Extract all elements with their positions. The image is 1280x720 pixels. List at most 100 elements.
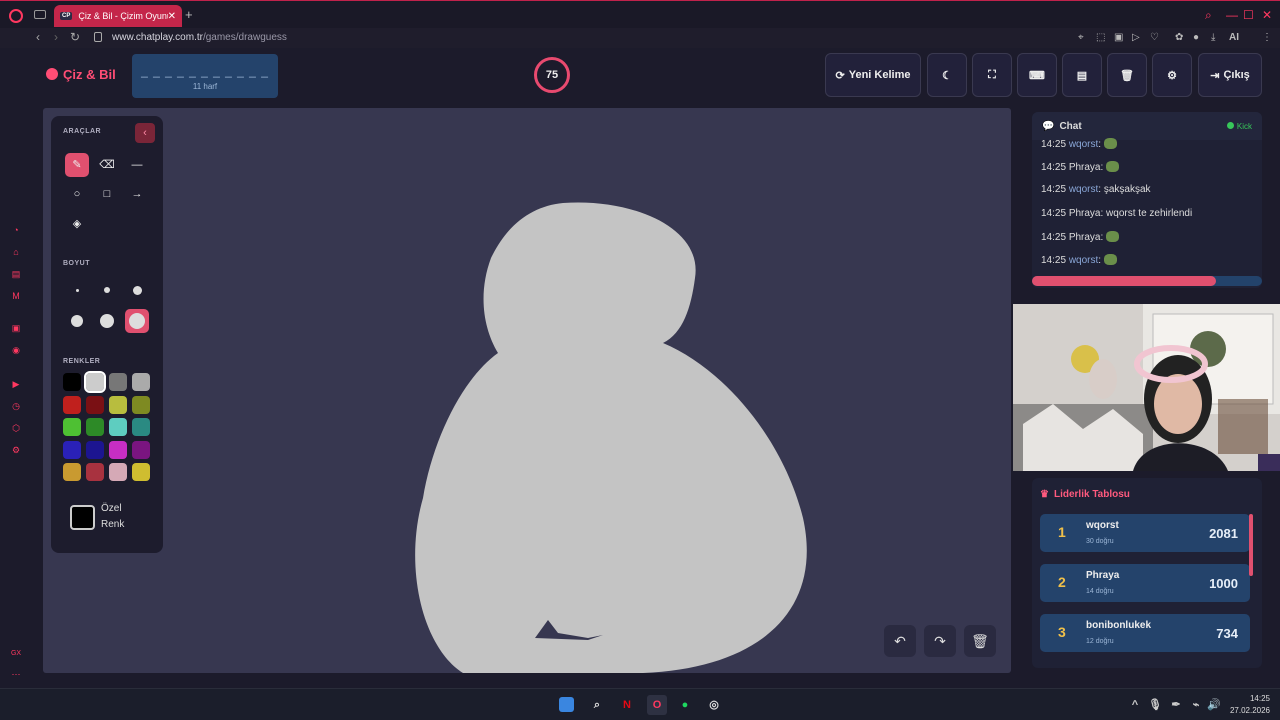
color-swatch[interactable]: [132, 418, 150, 436]
color-swatch[interactable]: [63, 440, 81, 459]
new-word-button[interactable]: ⟳ Yeni Kelime: [825, 53, 921, 97]
color-swatch[interactable]: [109, 440, 127, 459]
color-swatch[interactable]: [63, 418, 81, 436]
taskbar-clock[interactable]: 14:25 27.02.2026: [1230, 693, 1270, 717]
color-swatch[interactable]: [109, 373, 127, 391]
redo-button[interactable]: ↷: [924, 625, 956, 657]
pen-icon[interactable]: ✒: [1168, 697, 1184, 713]
undo-button[interactable]: ↶: [884, 625, 916, 657]
maximize-icon[interactable]: ☐: [1243, 8, 1254, 22]
color-swatch[interactable]: [132, 463, 150, 481]
exit-button[interactable]: ⇥ Çıkış: [1198, 53, 1262, 97]
color-swatch[interactable]: [109, 395, 127, 414]
color-swatch[interactable]: [132, 440, 150, 459]
new-tab-icon[interactable]: +: [185, 7, 193, 22]
capture-icon[interactable]: ▣: [1114, 32, 1123, 43]
profile-icon[interactable]: ●: [1193, 32, 1199, 43]
size-6[interactable]: [125, 309, 149, 333]
color-swatch[interactable]: [86, 463, 104, 481]
collapse-button[interactable]: ‹: [135, 123, 155, 143]
messenger-icon[interactable]: ▤: [10, 268, 22, 280]
workspaces-icon[interactable]: [34, 10, 46, 19]
player-sidebar-icon[interactable]: ▶: [10, 378, 22, 390]
opera-taskbar-icon[interactable]: O: [647, 695, 667, 715]
extensions-icon[interactable]: ✿: [1175, 32, 1183, 43]
volume-icon[interactable]: 🔊: [1206, 697, 1222, 713]
leaderboard-scrollbar[interactable]: [1249, 514, 1253, 576]
fullscreen-button[interactable]: ⛶: [972, 53, 1012, 97]
settings-sidebar-icon[interactable]: ⚙: [10, 444, 22, 456]
app-taskbar-icon[interactable]: ◎: [706, 697, 722, 713]
keyboard-button[interactable]: ⌨: [1017, 53, 1057, 97]
size-2[interactable]: [95, 278, 119, 302]
color-swatch[interactable]: [84, 371, 106, 393]
size-3[interactable]: [125, 278, 149, 302]
gx-icon[interactable]: GX: [10, 648, 22, 660]
history-icon[interactable]: ◷: [10, 400, 22, 412]
fill-tool[interactable]: ◈: [65, 212, 89, 236]
snapshot-icon[interactable]: ⬚: [1096, 32, 1105, 43]
spotify-icon[interactable]: ●: [677, 697, 693, 713]
message-user[interactable]: wqorst: [1069, 255, 1098, 266]
browser-tab[interactable]: CP Çiz & Bil - Çizim Oyunu ✕: [54, 5, 182, 27]
circle-tool[interactable]: ○: [65, 182, 89, 206]
more-icon[interactable]: ⋯: [10, 668, 22, 680]
brush-tool[interactable]: ✎: [65, 153, 89, 177]
search-taskbar-icon[interactable]: ⌕: [589, 697, 605, 713]
message-user[interactable]: Phraya: [1069, 208, 1101, 219]
pin-icon[interactable]: ⌖: [1078, 32, 1084, 43]
reload-icon[interactable]: ↻: [70, 30, 80, 44]
dark-mode-button[interactable]: ☾: [927, 53, 967, 97]
message-user[interactable]: Phraya: [1069, 162, 1101, 173]
menu-icon[interactable]: ⋮: [1262, 32, 1272, 43]
eraser-tool[interactable]: ⌫: [95, 153, 119, 177]
color-swatch[interactable]: [86, 418, 104, 436]
mail-icon[interactable]: M: [10, 290, 22, 302]
download-icon[interactable]: ⤓: [1211, 32, 1215, 43]
message-user[interactable]: wqorst: [1069, 184, 1098, 195]
minimize-icon[interactable]: —: [1226, 8, 1238, 22]
color-swatch[interactable]: [109, 463, 127, 481]
aria-icon[interactable]: ⌂: [10, 246, 22, 258]
color-swatch[interactable]: [86, 440, 104, 459]
app-icon[interactable]: ◉: [10, 344, 22, 356]
message-user[interactable]: Phraya: [1069, 232, 1101, 243]
line-tool[interactable]: —: [125, 153, 149, 177]
settings-button[interactable]: ⚙: [1152, 53, 1192, 97]
tray-up-icon[interactable]: ^: [1127, 697, 1143, 713]
custom-color-button[interactable]: [70, 505, 95, 530]
rectangle-tool[interactable]: □: [95, 182, 119, 206]
drawing-canvas[interactable]: [43, 108, 1011, 673]
color-swatch[interactable]: [132, 373, 150, 391]
size-5[interactable]: [95, 309, 119, 333]
windows-start-icon[interactable]: [559, 697, 574, 712]
network-icon[interactable]: ⌁: [1188, 697, 1204, 713]
speed-dial-icon[interactable]: ◔: [10, 224, 22, 236]
forward-icon[interactable]: ›: [54, 30, 58, 44]
size-4[interactable]: [65, 309, 89, 333]
color-swatch[interactable]: [63, 463, 81, 481]
search-icon[interactable]: ⌕: [1205, 8, 1212, 23]
twitch-icon[interactable]: ▣: [10, 322, 22, 334]
color-swatch[interactable]: [86, 395, 104, 414]
back-icon[interactable]: ‹: [36, 30, 40, 44]
clear-canvas-button[interactable]: 🗑: [964, 625, 996, 657]
mic-icon[interactable]: 🎙: [1147, 697, 1163, 713]
close-window-icon[interactable]: ✕: [1262, 8, 1272, 22]
color-swatch[interactable]: [63, 373, 81, 391]
arrow-tool[interactable]: →: [125, 182, 149, 206]
aria-button[interactable]: AI: [1229, 32, 1239, 43]
opera-logo-icon[interactable]: [9, 9, 23, 23]
trash-button[interactable]: 🗑: [1107, 53, 1147, 97]
player-icon[interactable]: ▷: [1132, 32, 1140, 43]
size-1[interactable]: [65, 278, 89, 302]
tab-close-icon[interactable]: ✕: [168, 11, 176, 22]
color-swatch[interactable]: [132, 395, 150, 414]
url-field[interactable]: www.chatplay.com.tr/games/drawguess: [112, 32, 287, 43]
extensions-sidebar-icon[interactable]: ⬡: [10, 422, 22, 434]
heart-icon[interactable]: ♡: [1150, 32, 1159, 43]
color-swatch[interactable]: [109, 418, 127, 436]
message-user[interactable]: wqorst: [1069, 139, 1098, 150]
color-swatch[interactable]: [63, 395, 81, 414]
netflix-icon[interactable]: N: [619, 697, 635, 713]
